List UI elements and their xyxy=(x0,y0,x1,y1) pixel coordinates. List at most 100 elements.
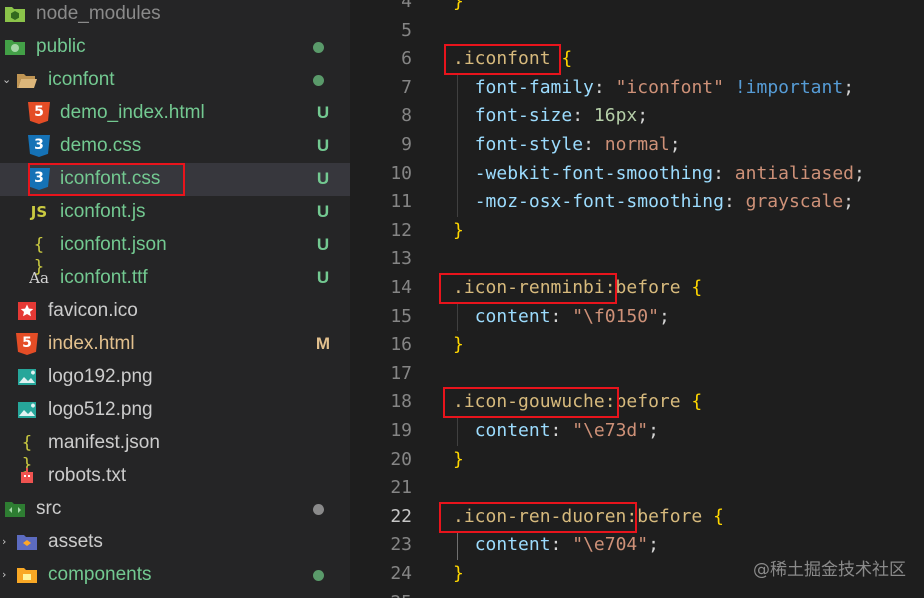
css3-icon: 3 xyxy=(28,135,50,157)
code-line[interactable]: 18 .icon-gouwuche:before { xyxy=(350,388,924,417)
src-folder-icon xyxy=(4,498,26,520)
line-number: 19 xyxy=(390,420,412,441)
explorer-item[interactable]: Aa iconfont.ttf U xyxy=(0,262,350,295)
explorer-item[interactable]: › components xyxy=(0,559,350,592)
node-modules-folder-icon xyxy=(4,3,26,25)
chevron-right-icon[interactable]: › xyxy=(2,568,14,582)
explorer-item[interactable]: node_modules xyxy=(0,0,350,31)
code-token: { xyxy=(561,48,573,70)
explorer-item-label: favicon.ico xyxy=(48,300,138,321)
explorer-item[interactable]: 3 iconfont.css U xyxy=(0,163,350,196)
code-token: : xyxy=(713,162,735,184)
code-line[interactable]: 7 font-family: "iconfont" !important; xyxy=(350,74,924,103)
explorer-item[interactable]: ⌄ iconfont xyxy=(0,64,350,97)
code-line[interactable]: 13 xyxy=(350,245,924,274)
code-token: ; xyxy=(843,76,855,98)
code-line[interactable]: 12} xyxy=(350,217,924,246)
explorer-item-label: components xyxy=(48,564,152,585)
code-line[interactable]: 17 xyxy=(350,360,924,389)
explorer-item[interactable]: logo512.png xyxy=(0,394,350,427)
code-token: } xyxy=(453,448,464,470)
code-token: ; xyxy=(843,191,855,213)
code-token: { xyxy=(713,505,724,527)
code-text: font-family: "iconfont" !important; xyxy=(453,74,854,102)
git-status-badge: U xyxy=(316,235,330,254)
explorer-item[interactable]: public xyxy=(0,31,350,64)
line-number: 10 xyxy=(390,162,412,184)
explorer-item[interactable]: favicon.ico xyxy=(0,295,350,328)
code-token: } xyxy=(453,0,464,12)
line-number: 11 xyxy=(390,191,412,213)
explorer-item-label: logo512.png xyxy=(48,399,153,420)
explorer-item[interactable]: robots.txt xyxy=(0,460,350,493)
code-text: } xyxy=(453,560,464,588)
code-line[interactable]: 10 -webkit-font-smoothing: antialiased; xyxy=(350,160,924,189)
explorer-item-label: iconfont xyxy=(48,69,115,90)
code-line[interactable]: 21 xyxy=(350,474,924,503)
git-status-badge: U xyxy=(316,268,330,287)
code-token: ; xyxy=(648,420,659,441)
chevron-down-icon[interactable]: ⌄ xyxy=(2,73,14,87)
code-line[interactable]: 14 .icon-renminbi:before { xyxy=(350,274,924,303)
code-line[interactable]: 25 xyxy=(350,589,924,598)
annotation-highlight-box xyxy=(443,387,619,419)
code-token: font-size xyxy=(474,105,573,127)
explorer-item-label: manifest.json xyxy=(48,432,160,453)
explorer-item[interactable]: 3 demo.css U xyxy=(0,130,350,163)
code-token: : xyxy=(583,134,605,155)
code-line[interactable]: 6 .iconfont { xyxy=(350,45,924,74)
explorer-item[interactable]: { } iconfont.json U xyxy=(0,229,350,277)
explorer-item[interactable]: › assets xyxy=(0,526,350,559)
explorer-item-label: public xyxy=(36,36,86,57)
explorer-item-label: demo.css xyxy=(60,135,142,156)
explorer-item-label: iconfont.js xyxy=(60,201,146,222)
code-line[interactable]: 11 -moz-osx-font-smoothing: grayscale; xyxy=(350,188,924,217)
watermark: @稀土掘金技术社区 xyxy=(753,560,906,580)
annotation-highlight-box xyxy=(444,44,561,76)
line-number: 7 xyxy=(401,76,412,98)
components-folder-icon xyxy=(16,564,38,586)
code-line[interactable]: 8 font-size: 16px; xyxy=(350,102,924,131)
code-token: antialiased xyxy=(734,162,855,184)
annotation-highlight-box xyxy=(439,273,617,304)
explorer-item-label: src xyxy=(36,498,62,519)
line-number: 14 xyxy=(390,277,412,298)
code-line[interactable]: 9 font-style: normal; xyxy=(350,131,924,160)
explorer-item[interactable]: 5 demo_index.html U xyxy=(0,97,350,130)
code-token: "\e73d" xyxy=(572,420,649,441)
explorer-item[interactable]: logo192.png xyxy=(0,361,350,394)
code-text: content: "\e704"; xyxy=(453,531,659,559)
code-editor[interactable]: 4} 5 6 .iconfont {7 font-family: "iconfont"… xyxy=(350,0,924,598)
code-line[interactable]: 19 content: "\e73d"; xyxy=(350,417,924,446)
explorer-item[interactable]: 5 index.html M xyxy=(0,328,350,361)
code-text: content: "\f0150"; xyxy=(453,303,670,331)
chevron-right-icon[interactable]: › xyxy=(2,535,14,549)
code-line[interactable]: 15 content: "\f0150"; xyxy=(350,303,924,332)
git-status-dot xyxy=(313,42,324,53)
explorer-item[interactable]: { } manifest.json xyxy=(0,427,350,475)
code-text: -webkit-font-smoothing: antialiased; xyxy=(453,160,865,188)
explorer-item-label: node_modules xyxy=(36,3,161,24)
explorer-item[interactable]: JS iconfont.js U xyxy=(0,196,350,229)
git-status-badge: U xyxy=(316,169,330,188)
code-token: -moz-osx-font-smoothing xyxy=(474,191,724,213)
code-token: ; xyxy=(648,534,659,556)
code-line[interactable]: 20} xyxy=(350,446,924,475)
code-line[interactable]: 4} xyxy=(350,0,924,17)
code-line[interactable]: 5 xyxy=(350,17,924,46)
robot-icon xyxy=(16,465,38,487)
code-token: { xyxy=(691,391,703,413)
code-text: font-size: 16px; xyxy=(453,102,648,130)
line-number: 6 xyxy=(401,48,412,70)
code-line[interactable]: 16} xyxy=(350,331,924,360)
code-token: content xyxy=(474,534,551,556)
code-line[interactable]: 22 .icon-ren-duoren:before { xyxy=(350,503,924,532)
explorer-item[interactable]: src xyxy=(0,493,350,526)
folder-open-icon xyxy=(16,69,38,91)
